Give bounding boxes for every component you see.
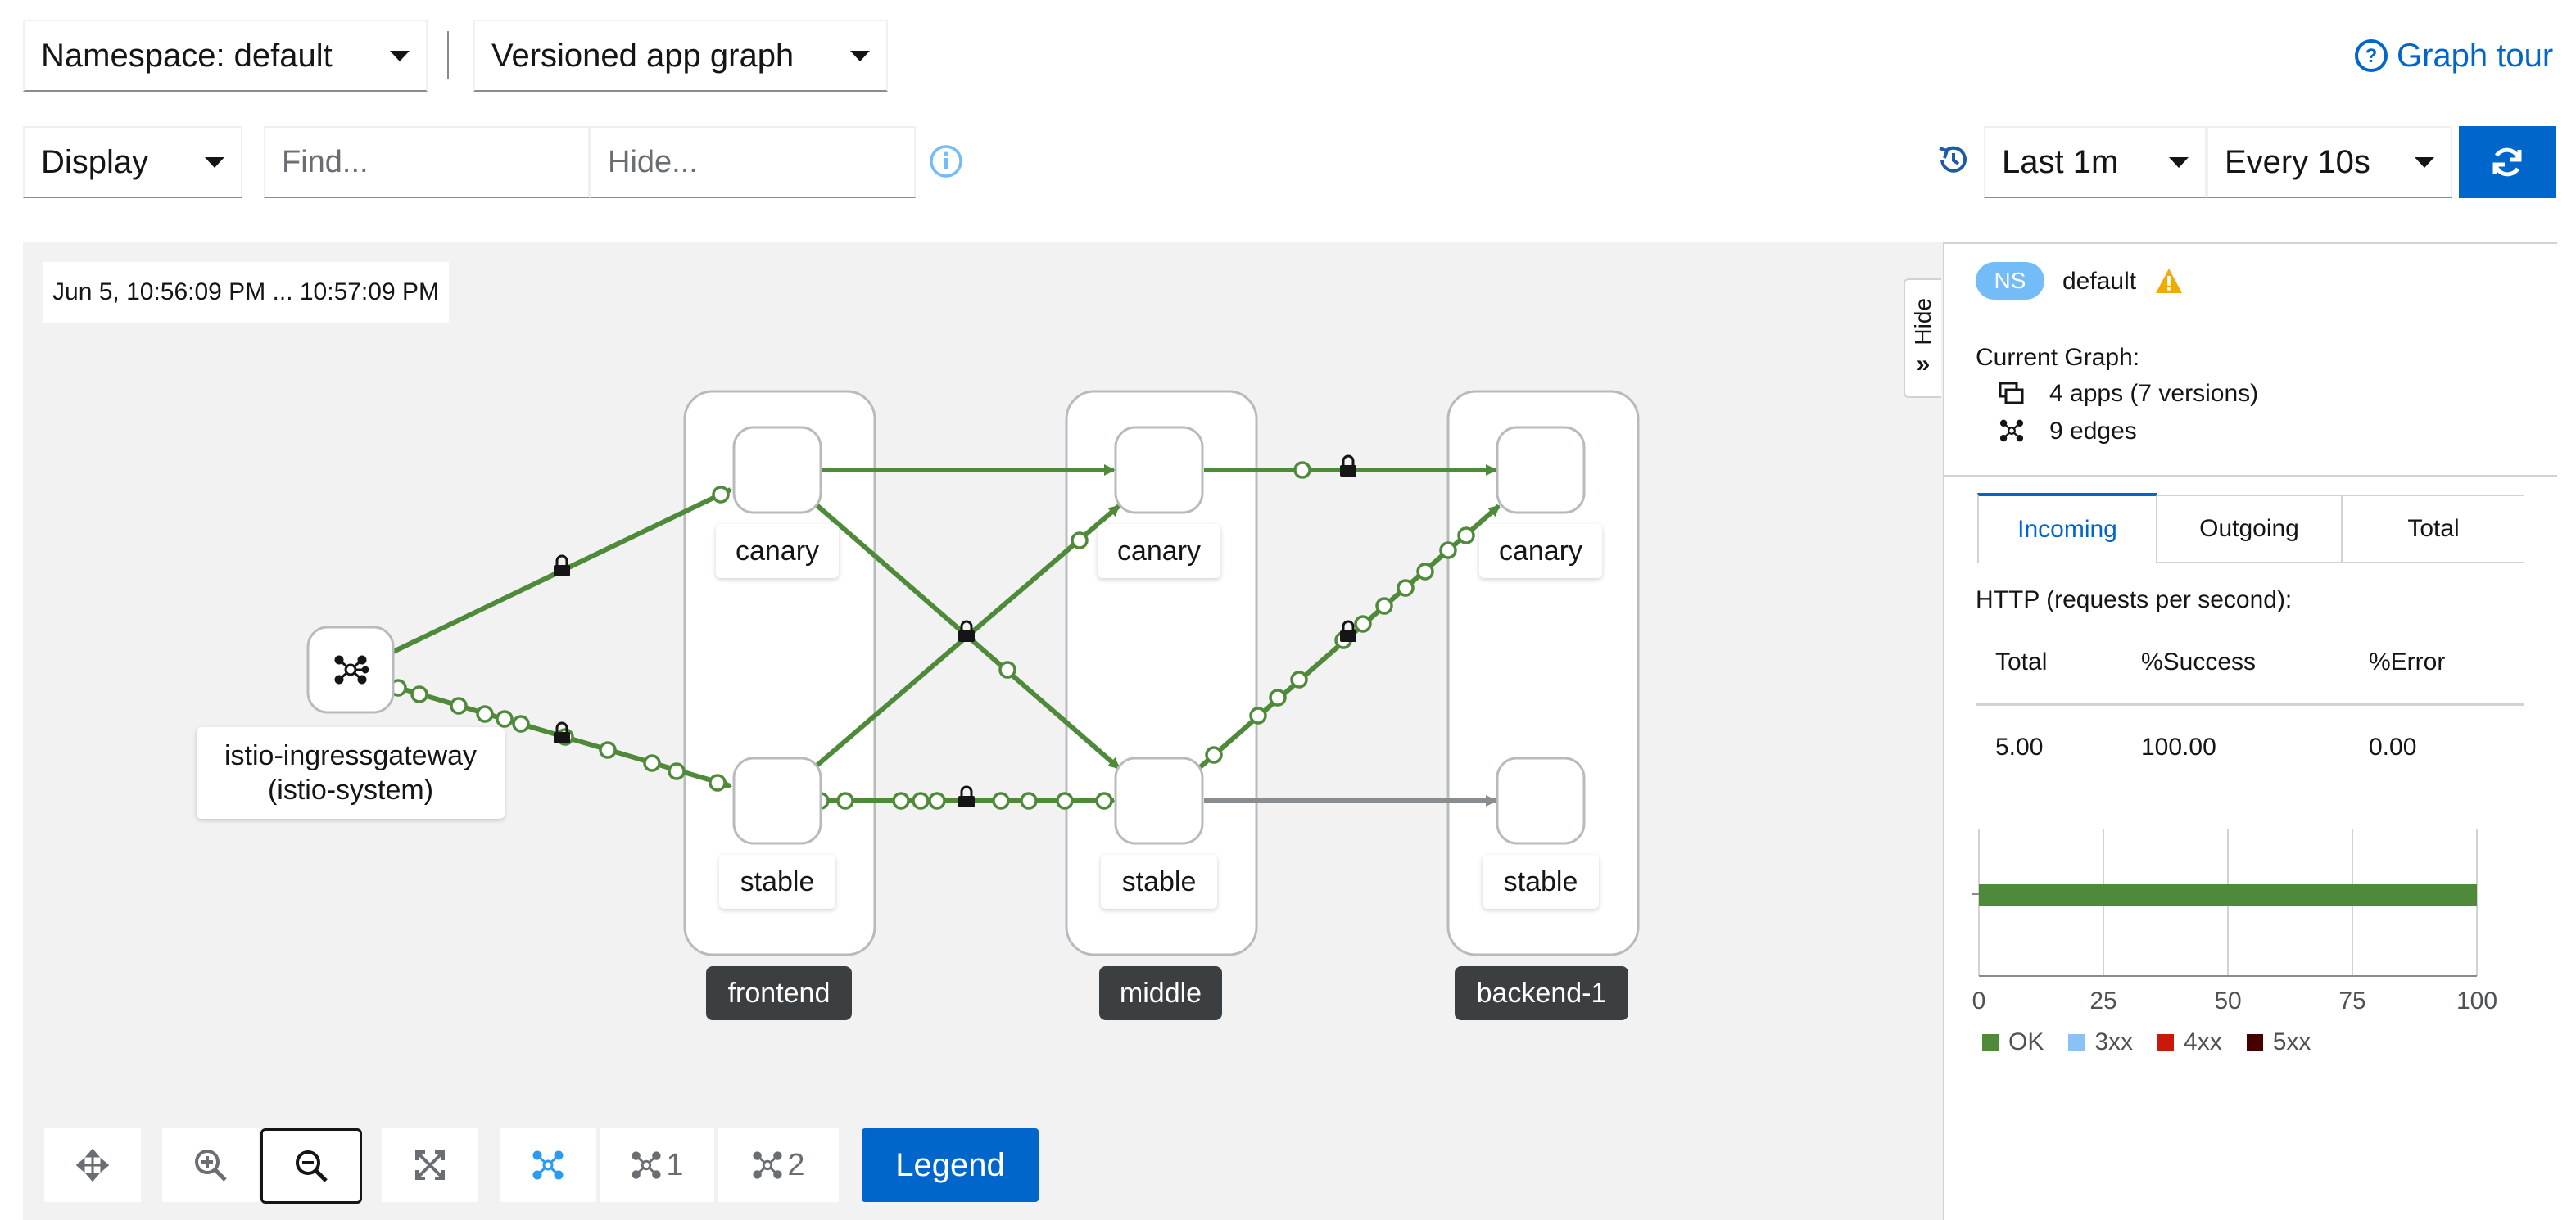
pan-button[interactable] <box>44 1128 141 1202</box>
expand-icon <box>415 1150 445 1180</box>
graph-tour-label: Graph tour <box>2397 37 2554 74</box>
ingress-namespace: (istio-system) <box>267 775 434 806</box>
refresh-button[interactable] <box>2459 126 2556 198</box>
layout-1-button[interactable]: 1 <box>600 1128 714 1202</box>
http-rate-label: HTTP (requests per second): <box>1976 586 2293 613</box>
http-table-header-total: Total <box>1995 648 2048 676</box>
node-label-frontend-stable: stable <box>719 855 835 909</box>
node-middle-canary <box>1114 426 1204 514</box>
warning-icon <box>2156 269 2182 293</box>
apps-icon <box>1999 382 2024 404</box>
node-backend-canary <box>1496 426 1586 514</box>
namespace-name[interactable]: default <box>2062 264 2136 300</box>
layout-default-button[interactable] <box>500 1128 596 1202</box>
node-label-middle-stable: stable <box>1101 855 1217 909</box>
duration-dropdown-label: Last 1m <box>2002 143 2119 180</box>
namespace-badge: NS <box>1976 262 2044 300</box>
zoom-out-button[interactable] <box>260 1128 362 1204</box>
ingress-name: istio-ingressgateway <box>224 740 478 771</box>
hide-label: Hide <box>1910 298 1935 346</box>
node-backend-stable <box>1496 757 1586 845</box>
refresh-interval-dropdown[interactable]: Every 10s <box>2207 126 2452 198</box>
chart-tick-label-4: 100 <box>2456 987 2497 1014</box>
fit-to-screen-button[interactable] <box>382 1128 478 1202</box>
node-label-frontend-canary: canary <box>716 524 839 578</box>
refresh-interval-label: Every 10s <box>2225 143 2370 180</box>
chart-tick-label-2: 50 <box>2214 987 2241 1014</box>
side-panel-divider <box>1943 475 2557 477</box>
layout-2-icon <box>753 1151 783 1179</box>
chart-bar-ok <box>1979 884 2477 906</box>
layout-2-label: 2 <box>787 1147 805 1182</box>
node-frontend-stable <box>732 757 822 845</box>
node-label-middle-canary: canary <box>1098 524 1220 578</box>
legend-swatch-5xx <box>2246 1034 2263 1051</box>
tab-incoming[interactable]: Incoming <box>1977 493 2157 563</box>
node-middle-stable <box>1114 757 1204 845</box>
zoom-out-icon <box>296 1150 328 1182</box>
app-label-middle: middle <box>1099 966 1222 1020</box>
http-value-error: 0.00 <box>2369 734 2417 761</box>
graph-tour-link[interactable]: ? Graph tour <box>2354 31 2553 80</box>
double-chevron-right-icon: » <box>1916 350 1931 377</box>
legend-label-5xx: 5xx <box>2272 1028 2311 1055</box>
legend-label-4xx: 4xx <box>2184 1028 2222 1055</box>
layout-default-icon <box>532 1150 564 1180</box>
http-table-header-error: %Error <box>2369 648 2446 676</box>
node-frontend-canary <box>732 426 822 514</box>
http-value-success: 100.00 <box>2141 734 2216 761</box>
http-value-total: 5.00 <box>1995 734 2044 761</box>
zoom-in-icon <box>195 1150 227 1182</box>
app-label-backend-1: backend-1 <box>1455 966 1628 1020</box>
tab-total[interactable]: Total <box>2343 495 2524 563</box>
duration-dropdown[interactable]: Last 1m <box>1984 126 2207 198</box>
legend-swatch-3xx <box>2068 1034 2085 1051</box>
apps-summary: 4 apps (7 versions) <box>2049 380 2259 407</box>
node-label-backend-stable: stable <box>1483 855 1599 909</box>
chevron-down-icon <box>2169 156 2189 168</box>
chart-tick-label-1: 25 <box>2089 987 2116 1014</box>
legend-label-3xx: 3xx <box>2094 1028 2134 1055</box>
http-status-chart: 0 25 50 75 100 <box>1972 829 2497 1014</box>
edges-summary: 9 edges <box>2049 418 2137 445</box>
legend-swatch-ok <box>1982 1034 1999 1051</box>
zoom-in-button[interactable] <box>162 1128 259 1202</box>
tab-outgoing[interactable]: Outgoing <box>2157 495 2343 563</box>
help-circle-icon: ? <box>2355 39 2388 72</box>
chart-tick-label-3: 75 <box>2338 987 2365 1014</box>
chart-legend: OK 3xx 4xx 5xx <box>1982 1028 2311 1056</box>
node-label-ingress-gateway: istio-ingressgateway (istio-system) <box>197 727 505 819</box>
move-icon <box>75 1148 110 1182</box>
layout-1-label: 1 <box>666 1147 684 1182</box>
current-graph-label: Current Graph: <box>1976 344 2140 371</box>
chevron-down-icon <box>2415 156 2434 168</box>
node-label-backend-canary: canary <box>1479 524 1602 578</box>
legend-label-ok: OK <box>2008 1028 2044 1055</box>
side-panel-hide-tab[interactable]: Hide » <box>1904 278 1941 398</box>
refresh-icon <box>2492 147 2522 177</box>
layout-1-icon <box>632 1151 662 1179</box>
http-table-header-success: %Success <box>2141 648 2257 676</box>
legend-swatch-4xx <box>2157 1034 2175 1051</box>
app-label-frontend: frontend <box>706 966 852 1020</box>
legend-button[interactable]: Legend <box>862 1128 1039 1202</box>
chart-tick-label-0: 0 <box>1972 987 1986 1014</box>
edges-icon <box>1999 419 2024 442</box>
svg-text:?: ? <box>2365 45 2378 67</box>
layout-2-button[interactable]: 2 <box>718 1128 839 1202</box>
graph-svg <box>306 390 1640 956</box>
http-table-divider <box>1976 703 2524 706</box>
